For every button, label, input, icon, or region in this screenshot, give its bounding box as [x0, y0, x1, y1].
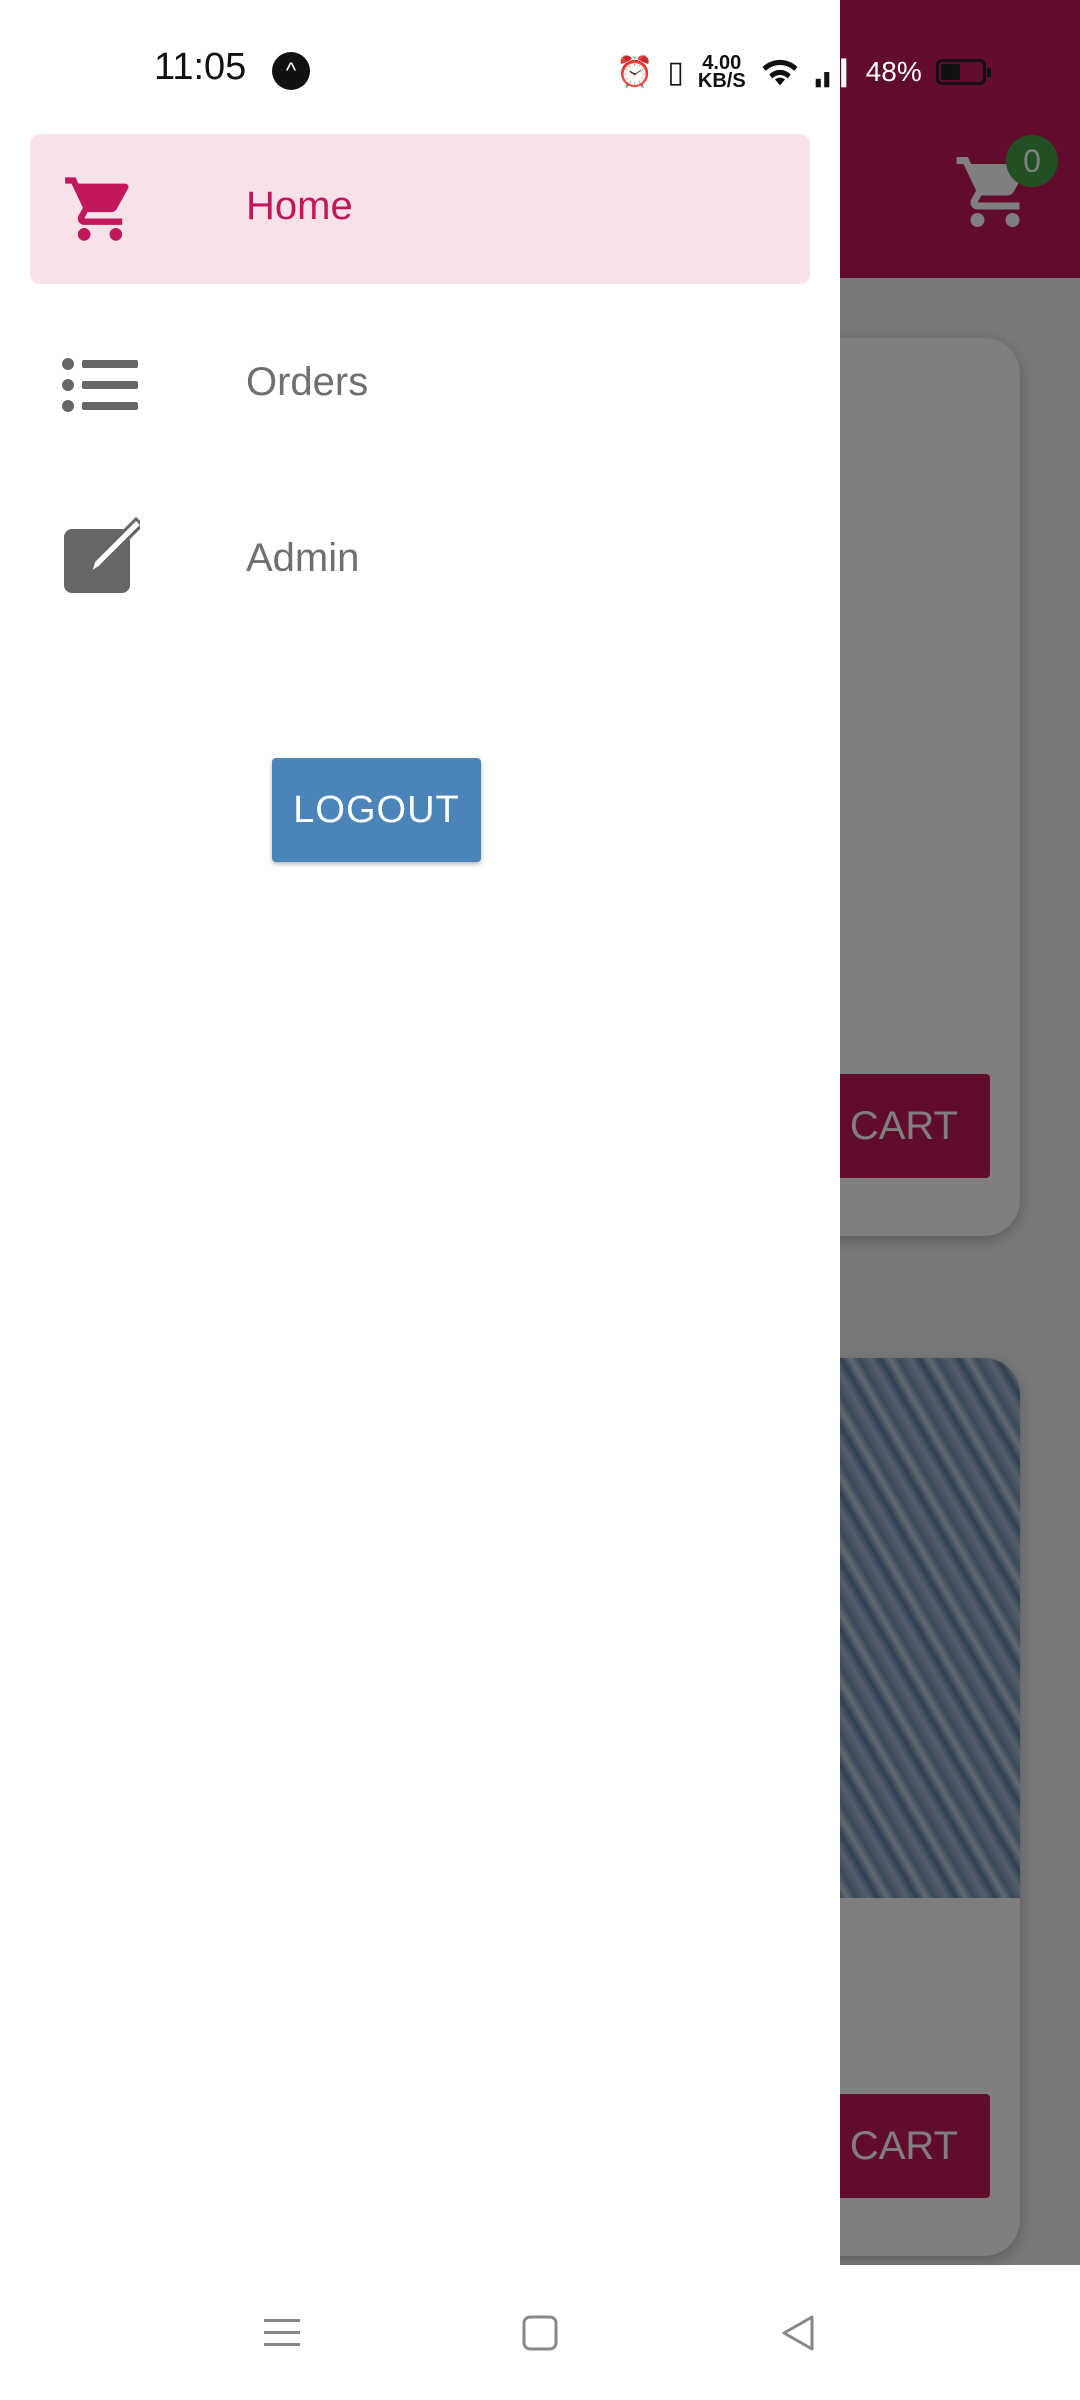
signal-icon: [815, 58, 846, 88]
menu-icon[interactable]: [258, 2309, 306, 2357]
net-speed-unit: KB/S: [697, 70, 746, 92]
vibrate-icon: ▯: [667, 55, 684, 89]
drawer-item-label: Admin: [246, 536, 360, 580]
edit-icon: [60, 516, 145, 599]
alarm-icon: ⏰: [616, 55, 654, 89]
wifi-icon: [762, 59, 798, 86]
battery-percent: 48%: [865, 56, 922, 87]
logout-button[interactable]: LOGOUT: [272, 758, 481, 862]
battery-icon: [935, 59, 991, 85]
list-icon: [60, 347, 140, 423]
drawer-item-orders[interactable]: Orders: [30, 310, 810, 460]
network-speed: 4.00 KB/S: [697, 53, 746, 92]
status-time: 11:05: [154, 46, 247, 88]
back-triangle-icon[interactable]: [774, 2309, 822, 2357]
navigation-drawer: Home Orders Admin LOGOUT: [0, 0, 840, 2265]
home-square-icon[interactable]: [516, 2309, 564, 2357]
screen: 0 CART CART Home: [0, 0, 1080, 2400]
drawer-item-label: Orders: [246, 360, 369, 404]
battery-fill: [940, 64, 960, 80]
drawer-item-admin[interactable]: Admin: [30, 486, 810, 636]
cart-icon: [60, 171, 140, 247]
drawer-item-label: Home: [246, 184, 353, 228]
status-icons: ⏰ ▯ 4.00 KB/S 48%: [616, 52, 991, 92]
system-nav-bar: [0, 2265, 1080, 2400]
status-bar: 11:05 ^ ⏰ ▯ 4.00 KB/S 48%: [0, 0, 1080, 130]
a-logo-icon: ^: [272, 52, 310, 90]
drawer-item-home[interactable]: Home: [30, 134, 810, 284]
